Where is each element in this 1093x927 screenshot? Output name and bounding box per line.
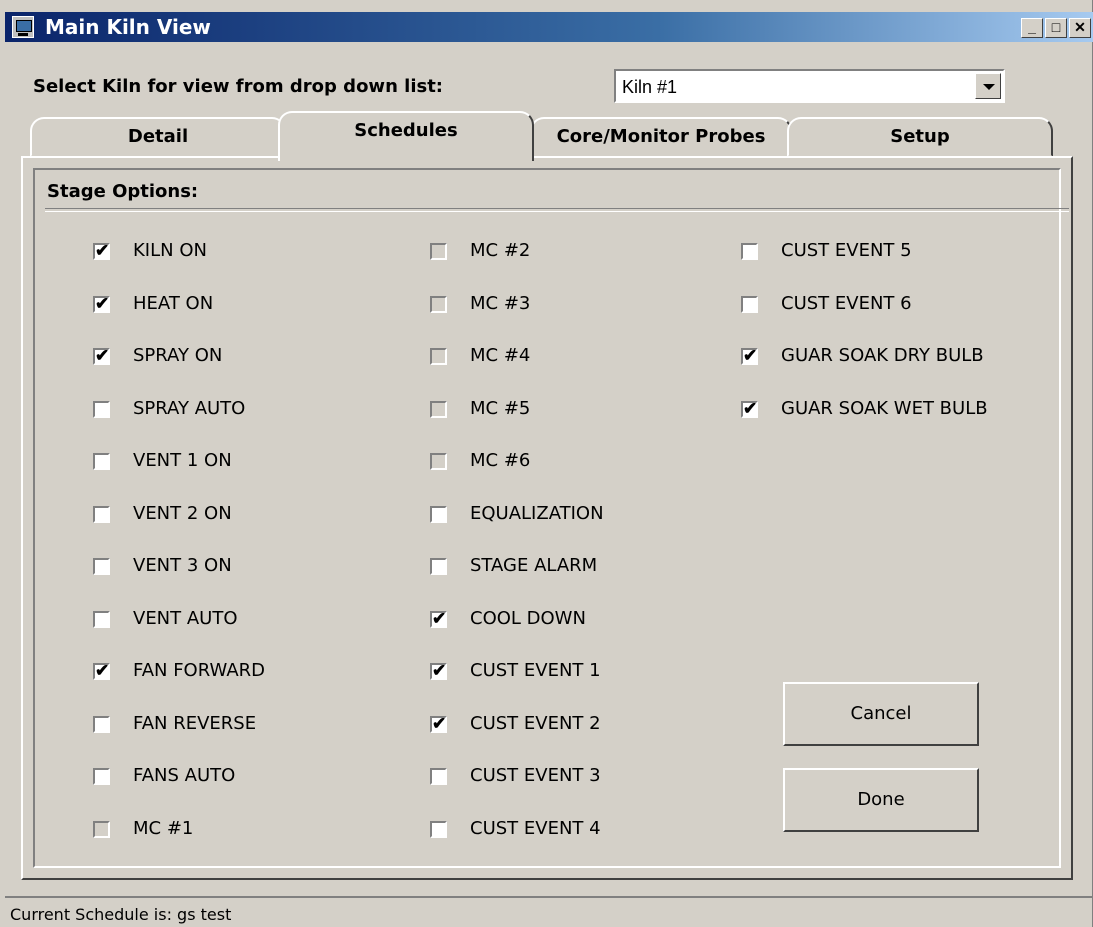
checkbox-unchecked[interactable] (741, 295, 758, 313)
checkbox-unchecked[interactable] (93, 505, 110, 523)
checkbox-unchecked[interactable] (430, 295, 447, 313)
checkmark-icon: ✔ (95, 661, 110, 680)
stage-option-label: MC #1 (133, 817, 194, 839)
checkmark-icon: ✔ (743, 346, 758, 365)
checkbox-unchecked[interactable] (430, 348, 447, 365)
checkbox-checked[interactable]: ✔ (93, 293, 110, 313)
stage-option-label: MC #5 (470, 397, 531, 419)
checkbox-unchecked[interactable] (93, 768, 110, 785)
checkbox-unchecked[interactable] (430, 558, 447, 575)
stage-option-label: MC #3 (470, 292, 531, 314)
title-bar[interactable]: Main Kiln View _ □ ✕ (5, 12, 1093, 42)
kiln-select-label: Select Kiln for view from drop down list… (33, 76, 444, 97)
checkbox-unchecked[interactable] (93, 453, 110, 470)
stage-option-label: VENT 1 ON (133, 450, 232, 471)
stage-option-label: VENT 2 ON (133, 502, 232, 524)
checkmark-icon: ✔ (432, 661, 447, 680)
checkbox-unchecked[interactable] (93, 610, 110, 628)
stage-option-label: GUAR SOAK DRY BULB (781, 345, 984, 366)
kiln-dropdown[interactable]: Kiln #1 (614, 69, 1005, 103)
chevron-down-icon[interactable] (975, 73, 1001, 99)
checkbox-unchecked[interactable] (430, 820, 447, 838)
stage-option-label: FAN FORWARD (133, 660, 265, 681)
stage-options-heading: Stage Options: (47, 181, 199, 202)
stage-option-label: VENT 3 ON (133, 555, 232, 576)
stage-option-label: CUST EVENT 4 (470, 817, 601, 839)
window-title: Main Kiln View (45, 15, 211, 39)
stage-option-label: HEAT ON (133, 292, 214, 314)
stage-option-label: FAN REVERSE (133, 712, 257, 734)
tab-detail[interactable]: Detail (30, 117, 286, 157)
cancel-button[interactable]: Cancel (783, 682, 979, 746)
checkmark-icon: ✔ (432, 713, 447, 733)
checkbox-unchecked[interactable] (430, 400, 447, 418)
stage-option-label: VENT AUTO (133, 607, 238, 629)
stage-options-group: Stage Options: ✔ KILN ON ✔ HEAT ON ✔ SPRAY ON… (33, 168, 1069, 868)
tab-schedules[interactable]: Schedules (278, 111, 534, 161)
checkbox-checked[interactable]: ✔ (93, 241, 110, 260)
checkbox-checked[interactable]: ✔ (93, 346, 110, 365)
checkbox-checked[interactable]: ✔ (430, 608, 447, 628)
checkmark-icon: ✔ (95, 293, 110, 313)
kiln-dropdown-value: Kiln #1 (622, 77, 678, 97)
stage-option-label: MC #4 (470, 345, 531, 366)
schedules-panel: Stage Options: ✔ KILN ON ✔ HEAT ON ✔ SPRAY ON… (21, 156, 1073, 880)
stage-option-label: CUST EVENT 6 (781, 292, 912, 314)
kiln-app-icon (12, 16, 34, 38)
checkbox-unchecked[interactable] (93, 400, 110, 418)
checkbox-checked[interactable]: ✔ (430, 661, 447, 680)
checkbox-checked[interactable]: ✔ (741, 346, 758, 365)
checkbox-unchecked[interactable] (741, 243, 758, 260)
checkbox-unchecked[interactable] (93, 820, 110, 838)
tab-core-monitor-probes[interactable]: Core/Monitor Probes (530, 117, 792, 157)
close-button[interactable]: ✕ (1069, 18, 1091, 38)
stage-option-label: SPRAY ON (133, 345, 223, 366)
checkbox-unchecked[interactable] (430, 505, 447, 523)
minimize-button[interactable]: _ (1021, 18, 1043, 38)
stage-option-label: STAGE ALARM (470, 555, 598, 576)
checkbox-unchecked[interactable] (93, 715, 110, 733)
checkbox-checked[interactable]: ✔ (741, 398, 758, 418)
stage-option-label: CUST EVENT 5 (781, 240, 912, 261)
stage-option-label: COOL DOWN (470, 607, 586, 629)
stage-option-label: SPRAY AUTO (133, 397, 246, 419)
stage-option-label: GUAR SOAK WET BULB (781, 397, 988, 419)
checkmark-icon: ✔ (95, 241, 110, 260)
stage-option-label: MC #6 (470, 450, 531, 471)
tab-setup[interactable]: Setup (787, 117, 1053, 157)
checkmark-icon: ✔ (743, 398, 758, 418)
stage-option-label: EQUALIZATION (470, 502, 604, 524)
stage-option-label: FANS AUTO (133, 765, 236, 786)
stage-option-label: CUST EVENT 3 (470, 765, 601, 786)
divider (45, 208, 1069, 212)
done-button[interactable]: Done (783, 768, 979, 832)
main-kiln-window: Main Kiln View _ □ ✕ Select Kiln for vie… (0, 0, 1093, 927)
checkbox-unchecked[interactable] (430, 453, 447, 470)
stage-option-label: MC #2 (470, 240, 531, 261)
maximize-button[interactable]: □ (1045, 18, 1067, 38)
checkbox-unchecked[interactable] (430, 243, 447, 260)
current-schedule-status: Current Schedule is: gs test (10, 905, 232, 924)
checkbox-unchecked[interactable] (93, 558, 110, 575)
checkmark-icon: ✔ (95, 346, 110, 365)
stage-option-label: CUST EVENT 1 (470, 660, 601, 681)
checkbox-unchecked[interactable] (430, 768, 447, 785)
checkbox-checked[interactable]: ✔ (93, 661, 110, 680)
checkbox-checked[interactable]: ✔ (430, 713, 447, 733)
status-bar: Current Schedule is: gs test (5, 896, 1093, 927)
stage-option-label: KILN ON (133, 240, 207, 261)
stage-option-label: CUST EVENT 2 (470, 712, 601, 734)
checkmark-icon: ✔ (432, 608, 447, 628)
